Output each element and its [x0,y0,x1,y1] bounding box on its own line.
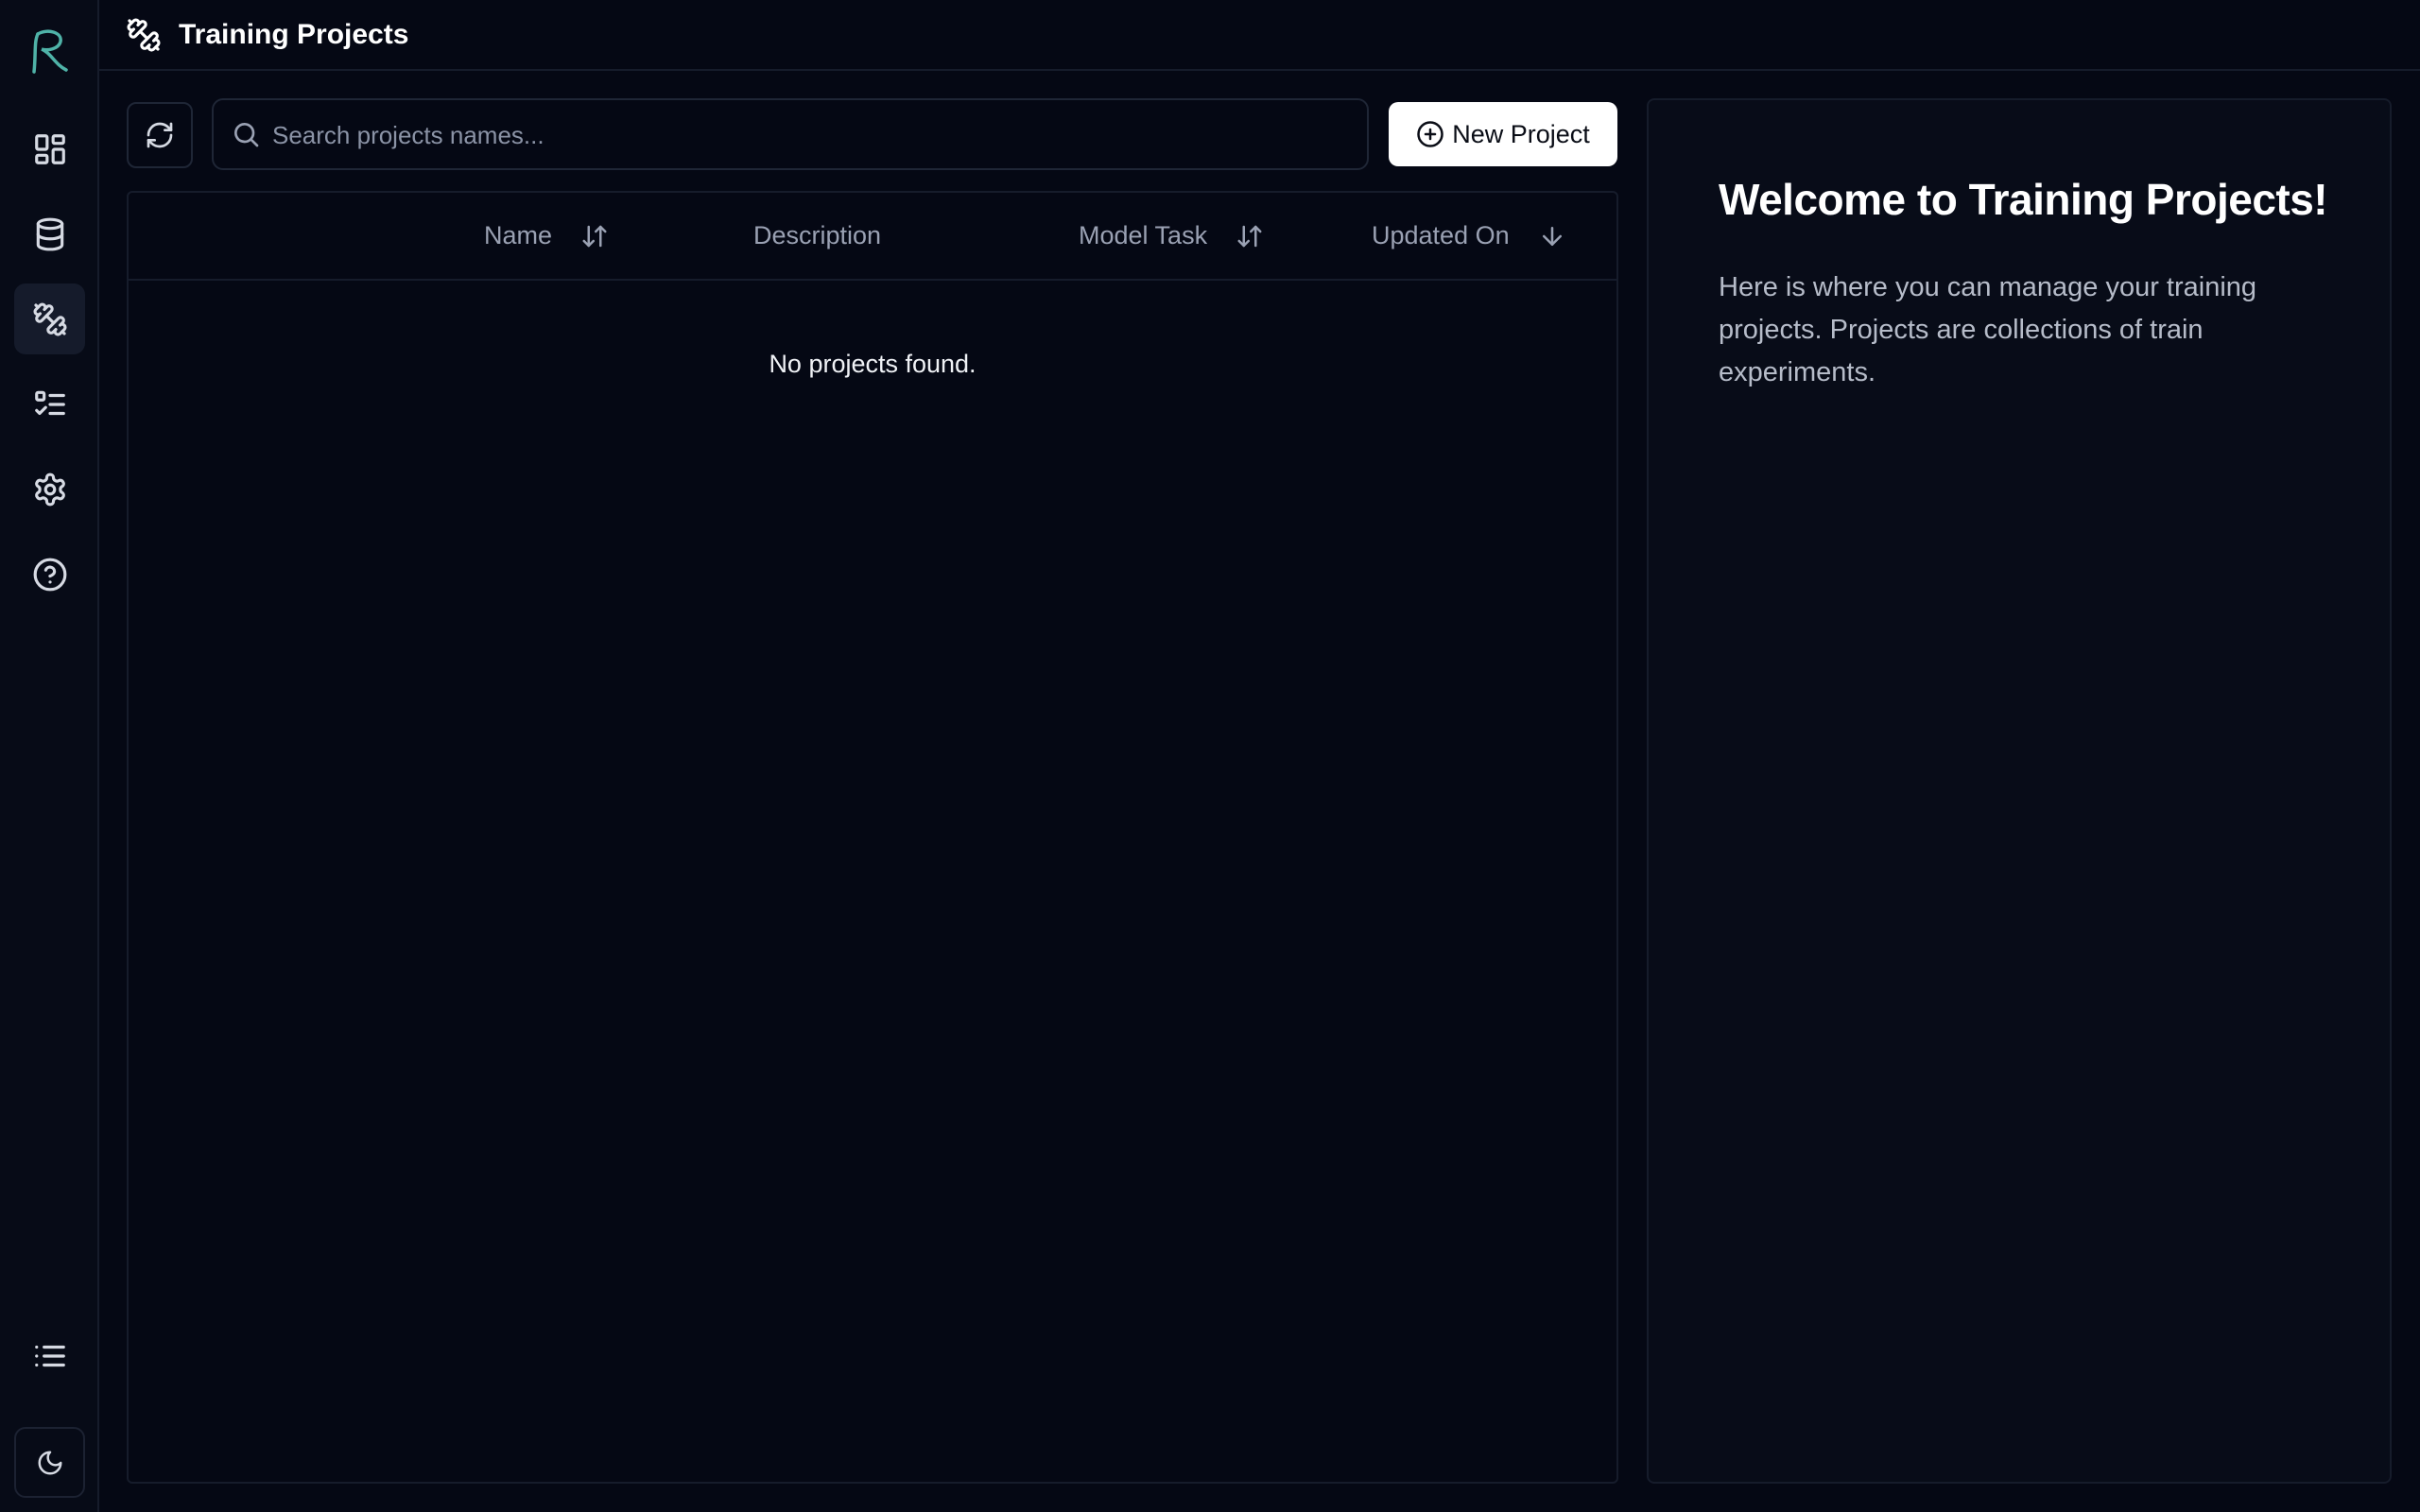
app-logo[interactable] [26,26,72,76]
new-project-button[interactable]: New Project [1389,102,1617,166]
sidebar-item-settings[interactable] [14,454,85,524]
dumbbell-icon [126,17,162,53]
column-header-model-task[interactable]: Model Task [1079,221,1264,250]
sidebar [0,0,99,1512]
empty-state-message: No projects found. [769,350,977,378]
plus-circle-icon [1417,121,1443,147]
search-input[interactable] [270,100,1352,170]
list-icon [34,1345,65,1366]
sidebar-item-help[interactable] [14,539,85,610]
welcome-body: Here is where you can manage your traini… [1719,272,2257,387]
welcome-title: Welcome to Training Projects! [1719,175,2328,224]
checklist-icon [34,390,65,415]
new-project-label: New Project [1452,119,1590,148]
sidebar-item-list[interactable] [14,1320,85,1391]
sidebar-item-datasets[interactable] [14,198,85,269]
logo-icon [32,29,68,74]
sort-both-icon[interactable] [580,222,609,250]
column-header-description: Description [753,221,882,249]
refresh-button[interactable] [127,102,193,168]
theme-toggle-button[interactable] [14,1427,85,1498]
sort-both-icon[interactable] [1236,222,1264,250]
column-header-updated-on[interactable]: Updated On [1372,221,1566,250]
database-icon [36,217,63,250]
search-box [212,98,1369,170]
page-title: Training Projects [179,18,409,50]
projects-table: Name Description Model Task Updated On N… [127,191,1618,1484]
help-icon [33,558,66,591]
refresh-icon [147,122,173,148]
sidebar-item-tasks[interactable] [14,369,85,439]
dashboard-icon [34,133,65,164]
search-icon [234,123,259,147]
sidebar-item-dashboard[interactable] [14,113,85,184]
welcome-panel: Welcome to Training Projects! Here is wh… [1647,98,2392,1484]
top-bar: Training Projects [99,0,2420,71]
sort-down-icon[interactable] [1538,222,1566,250]
moon-icon [38,1451,61,1474]
sidebar-item-training-projects[interactable] [14,284,85,354]
gear-icon [34,472,65,506]
table-header: Name Description Model Task Updated On [129,193,1616,281]
dumbbell-icon [32,301,67,336]
column-header-name[interactable]: Name [484,221,609,250]
